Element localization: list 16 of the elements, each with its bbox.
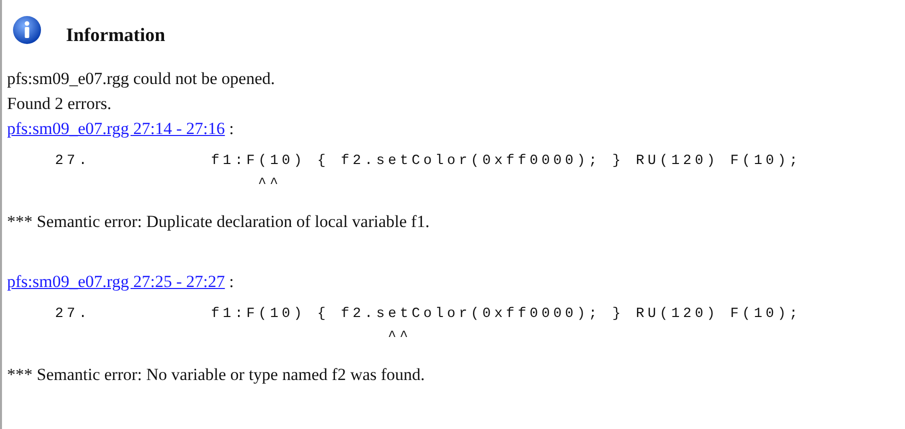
caret-marker: ^^ bbox=[386, 329, 412, 345]
error-location-link[interactable]: pfs:sm09_e07.rgg 27:14 - 27:16 bbox=[7, 119, 225, 138]
message-text: pfs:sm09_e07.rgg could not be opened. bbox=[7, 68, 276, 90]
error-message: *** Semantic error: No variable or type named f2 was found. bbox=[7, 364, 426, 386]
error-location-link[interactable]: pfs:sm09_e07.rgg 27:25 - 27:27 bbox=[7, 272, 225, 291]
dialog-title: Information bbox=[66, 24, 166, 48]
info-icon bbox=[12, 15, 42, 45]
separator-text: : bbox=[229, 119, 234, 138]
code-line: f1:F(10) { f2.setColor(0xff0000); } RU(120) F(10); bbox=[211, 152, 802, 170]
caret-marker: ^^ bbox=[258, 176, 282, 192]
separator-text: : bbox=[229, 272, 234, 291]
message-text: Found 2 errors. bbox=[7, 93, 112, 115]
line-number: 27. bbox=[54, 152, 92, 170]
line-number: 27. bbox=[54, 304, 92, 324]
error-message: *** Semantic error: Duplicate declaration of local variable f1. bbox=[7, 211, 430, 233]
code-line: f1:F(10) { f2.setColor(0xff0000); } RU(120) F(10); bbox=[211, 304, 802, 324]
